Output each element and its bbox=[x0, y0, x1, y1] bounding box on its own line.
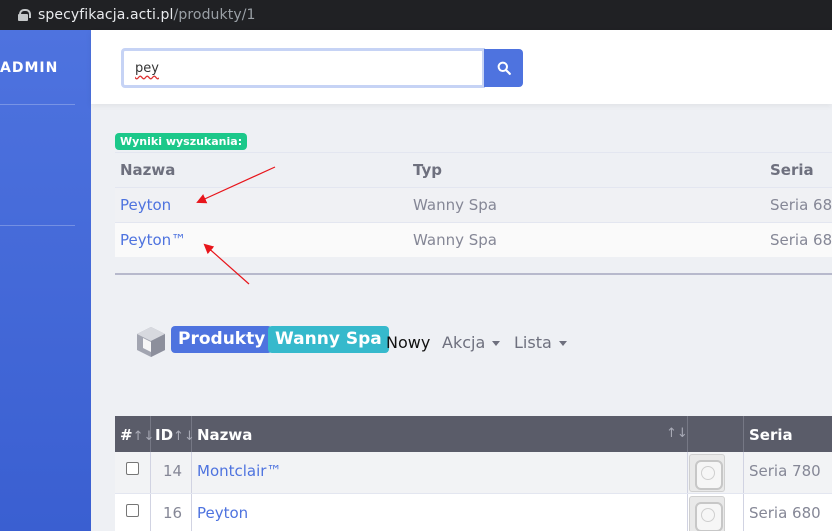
column-header-name[interactable]: Nazwa ↑↓ bbox=[192, 416, 688, 452]
lock-icon bbox=[18, 9, 31, 21]
row-id: 14 bbox=[163, 462, 183, 480]
topbar: pey bbox=[91, 30, 832, 104]
table-row: 14 Montclair™ Seria 780 bbox=[115, 452, 832, 494]
row-checkbox[interactable] bbox=[126, 462, 139, 475]
result-link[interactable]: Peyton™ bbox=[120, 231, 186, 249]
result-link[interactable]: Peyton bbox=[120, 196, 171, 214]
column-header-index[interactable]: #↑↓ bbox=[115, 416, 154, 452]
column-header-id[interactable]: ID↑↓ bbox=[151, 416, 195, 452]
search-results-badge: Wyniki wyszukania: bbox=[115, 133, 248, 150]
list-dropdown[interactable]: Lista bbox=[514, 333, 567, 352]
row-series: Seria 680 bbox=[749, 504, 821, 522]
products-badge: Produkty bbox=[171, 326, 273, 353]
browser-url-bar[interactable]: specyfikacja.acti.pl/produkty/1 bbox=[0, 0, 832, 30]
product-thumbnail[interactable] bbox=[689, 496, 725, 531]
result-type: Wanny Spa bbox=[413, 231, 497, 249]
row-series: Seria 780 bbox=[749, 462, 821, 480]
cube-icon bbox=[137, 327, 165, 357]
product-link[interactable]: Peyton bbox=[197, 504, 248, 522]
search-icon bbox=[497, 61, 511, 75]
product-link[interactable]: Montclair™ bbox=[197, 462, 281, 480]
results-divider bbox=[115, 273, 832, 275]
results-header-type: Typ bbox=[413, 161, 442, 179]
column-header-image bbox=[688, 416, 744, 452]
results-header-row: Nazwa Typ Seria bbox=[115, 152, 832, 187]
search-input[interactable]: pey bbox=[121, 48, 485, 88]
caret-down-icon bbox=[558, 341, 567, 346]
result-series: Seria 680 bbox=[770, 231, 832, 249]
sort-icon: ↑↓ bbox=[666, 426, 688, 441]
sidebar-divider bbox=[0, 225, 75, 226]
results-header-name: Nazwa bbox=[120, 161, 176, 179]
product-thumbnail[interactable] bbox=[689, 454, 725, 492]
results-header-series: Seria bbox=[770, 161, 814, 179]
column-header-series[interactable]: Seria bbox=[744, 416, 832, 452]
url-text[interactable]: specyfikacja.acti.pl/produkty/1 bbox=[38, 7, 256, 23]
results-row: Peyton Wanny Spa Seria 680 bbox=[115, 187, 832, 222]
results-row: Peyton™ Wanny Spa Seria 680 bbox=[115, 222, 832, 257]
search-button[interactable] bbox=[484, 49, 523, 87]
sidebar-brand[interactable]: ADMIN bbox=[0, 60, 58, 76]
products-table-header: #↑↓ ID↑↓ Nazwa ↑↓ Seria bbox=[115, 416, 832, 452]
sidebar-divider bbox=[0, 104, 75, 105]
new-link[interactable]: Nowy bbox=[386, 333, 430, 352]
row-id: 16 bbox=[163, 504, 183, 522]
caret-down-icon bbox=[492, 341, 501, 346]
result-type: Wanny Spa bbox=[413, 196, 497, 214]
action-dropdown[interactable]: Akcja bbox=[442, 333, 501, 352]
result-series: Seria 680 bbox=[770, 196, 832, 214]
category-badge: Wanny Spa bbox=[268, 326, 389, 353]
table-row: 16 Peyton Seria 680 bbox=[115, 494, 832, 531]
row-checkbox[interactable] bbox=[126, 504, 139, 517]
sidebar: ADMIN bbox=[0, 30, 91, 531]
